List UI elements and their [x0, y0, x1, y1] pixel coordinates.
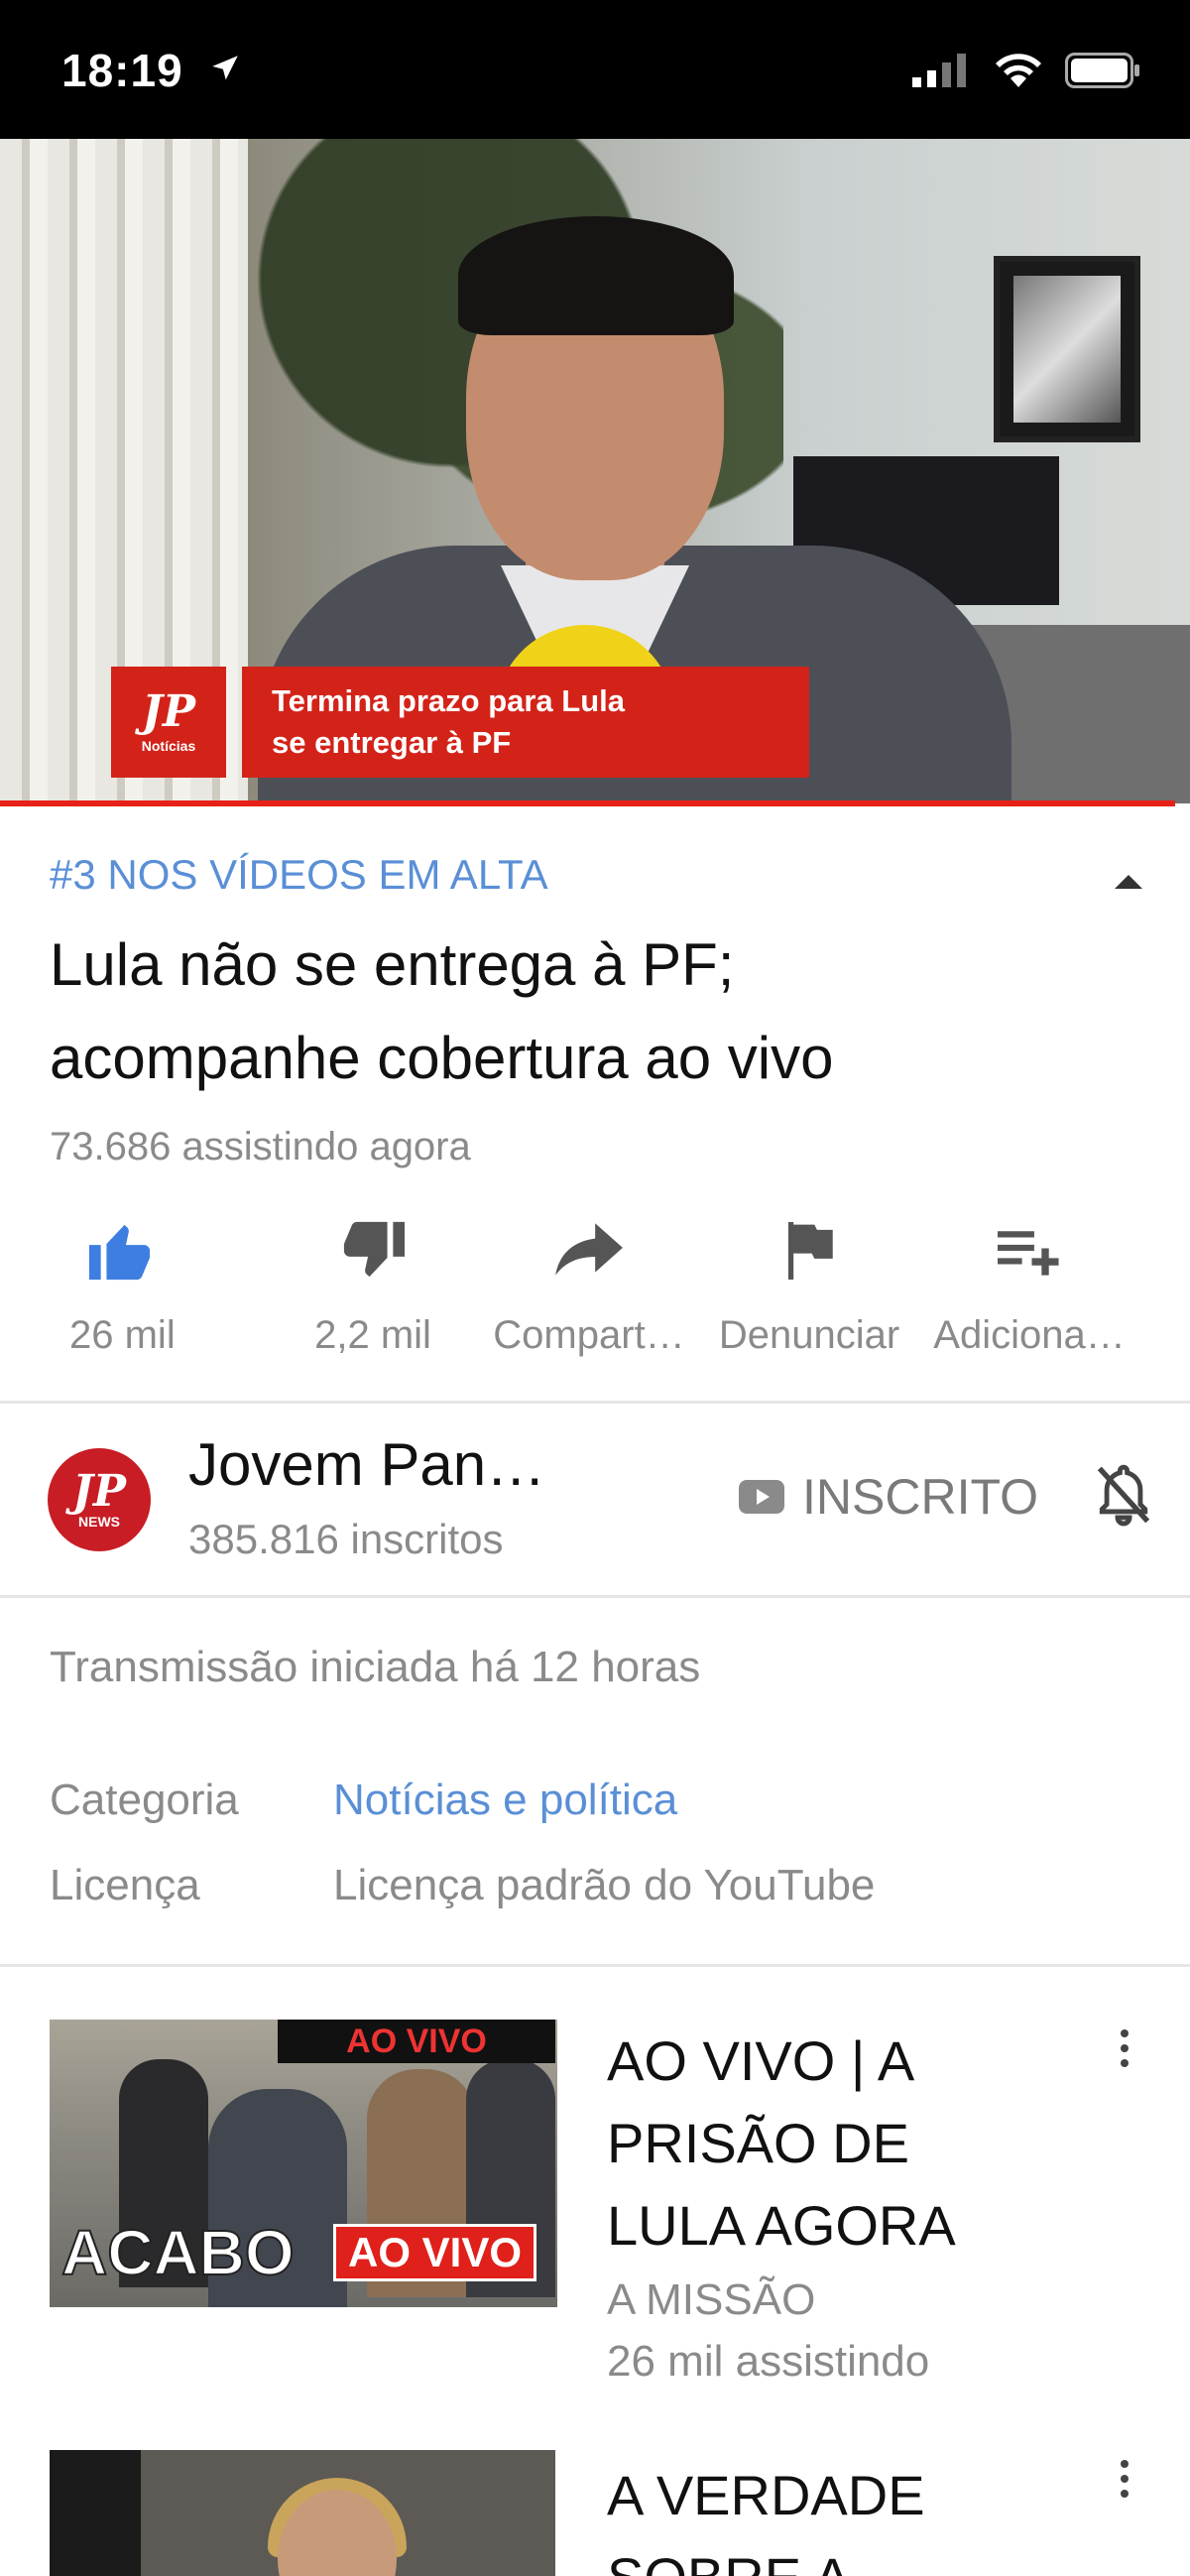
status-time: 18:19 — [61, 45, 183, 96]
youtube-play-icon — [739, 1480, 784, 1514]
like-count: 26 mil — [69, 1313, 176, 1357]
divider — [0, 1401, 1190, 1404]
video-scene-picture — [994, 256, 1140, 442]
live-progress-bar[interactable] — [0, 800, 1175, 806]
suggested-title-line: AO VIVO | A — [607, 2029, 915, 2092]
wifi-icon — [996, 54, 1041, 87]
license-value: Licença padrão do YouTube — [333, 1861, 876, 1909]
suggested-video-title[interactable]: AO VIVO | A PRISÃO DE LULA AGORA — [607, 2020, 1073, 2267]
thumbnail-caption: ACABO — [60, 2216, 296, 2289]
trending-label[interactable]: #3 NOS VÍDEOS EM ALTA — [50, 851, 548, 899]
suggested-title-line: PRISÃO DE — [607, 2112, 909, 2174]
video-headline-line2: se entregar à PF — [272, 725, 512, 760]
video-title-line2: acompanhe cobertura ao vivo — [50, 1025, 834, 1091]
add-to-playlist-icon — [998, 1231, 1059, 1276]
report-label: Denunciar — [718, 1313, 900, 1357]
suggested-title-line: A VERDADE — [607, 2464, 925, 2526]
suggested-video-title[interactable]: A VERDADE SOBRE A — [607, 2454, 1073, 2576]
channel-avatar[interactable]: JP NEWS — [48, 1448, 151, 1551]
jp-logo-sub: Notícias — [141, 738, 196, 754]
collapse-caret-icon[interactable] — [1115, 875, 1142, 889]
video-title: Lula não se entrega à PF; acompanhe cobe… — [50, 919, 1121, 1105]
add-to-playlist-button[interactable]: Adiciona… — [920, 1216, 1138, 1358]
thumbs-down-icon — [343, 1221, 405, 1278]
video-title-line1: Lula não se entrega à PF; — [50, 931, 735, 998]
video-presenter-hair — [458, 216, 734, 335]
license-label: Licença — [50, 1861, 200, 1909]
flag-icon — [787, 1222, 833, 1280]
report-button[interactable]: Denunciar — [700, 1216, 918, 1358]
category-label: Categoria — [50, 1776, 239, 1824]
cellular-signal-icon — [912, 54, 966, 87]
suggested-video-thumbnail[interactable] — [50, 2450, 555, 2576]
channel-avatar-text: JP — [72, 1466, 126, 1517]
video-headline-line1: Termina prazo para Lula — [272, 683, 626, 718]
jp-logo-text: JP — [142, 686, 195, 737]
more-options-icon[interactable] — [1119, 2460, 1130, 2498]
divider — [0, 1964, 1190, 1967]
battery-icon — [1065, 53, 1139, 88]
broadcast-started: Transmissão iniciada há 12 horas — [50, 1643, 701, 1691]
jp-noticias-logo: JP Notícias — [111, 667, 226, 778]
channel-subscriber-count: 385.816 inscritos — [188, 1516, 504, 1562]
status-icons — [912, 52, 1140, 89]
share-button[interactable]: Compart… — [480, 1216, 698, 1358]
suggested-title-line: LULA AGORA — [607, 2194, 956, 2257]
share-icon — [555, 1223, 623, 1276]
dislike-count: 2,2 mil — [314, 1313, 431, 1357]
suggested-video-thumbnail[interactable]: AO VIVO ACABO AO VIVO — [50, 2020, 557, 2307]
dislike-button[interactable]: 2,2 mil — [294, 1216, 452, 1358]
video-lower-third: JP Notícias Termina prazo para Lula se e… — [111, 667, 809, 778]
thumbnail-live-tag: AO VIVO — [278, 2020, 555, 2063]
video-player[interactable]: JP Notícias Termina prazo para Lula se e… — [0, 139, 1190, 803]
thumbnail-live-badge: AO VIVO — [333, 2224, 537, 2281]
action-row: 26 mil 2,2 mil Compart… Denunciar Adicio… — [0, 1216, 1190, 1375]
notifications-off-bell-icon[interactable] — [1095, 1462, 1152, 1528]
subscribed-label: INSCRITO — [802, 1469, 1038, 1525]
divider — [0, 1595, 1190, 1598]
add-to-playlist-label: Adiciona… — [933, 1313, 1126, 1357]
like-button[interactable]: 26 mil — [69, 1216, 176, 1358]
video-headline: Termina prazo para Lula se entregar à PF — [242, 667, 809, 778]
status-bar: 18:19 — [0, 0, 1190, 139]
share-label: Compart… — [493, 1313, 685, 1357]
channel-avatar-sub: NEWS — [78, 1514, 120, 1530]
viewer-count: 73.686 assistindo agora — [50, 1125, 471, 1168]
suggested-video-viewers: 26 mil assistindo — [607, 2337, 930, 2386]
suggested-title-line: SOBRE A — [607, 2536, 1073, 2576]
category-link[interactable]: Notícias e política — [333, 1776, 677, 1825]
more-options-icon[interactable] — [1119, 2029, 1130, 2067]
location-arrow-icon — [212, 56, 238, 80]
suggested-video-channel: A MISSÃO — [607, 2275, 816, 2324]
thumbs-up-icon — [89, 1224, 151, 1281]
channel-name[interactable]: Jovem Pan… — [188, 1430, 545, 1499]
subscribed-button[interactable]: INSCRITO — [739, 1468, 1038, 1526]
